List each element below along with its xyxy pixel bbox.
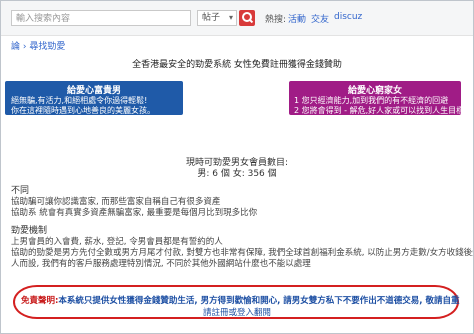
disclaimer-body: 本系統只提供女性獲得金錢贊助生活, 男方得到歡愉和開心, 請男女雙方私下不要作出… bbox=[58, 296, 460, 306]
poor-female-panel: 給愛心窮家女 1 您只經濟能力,加到我們的有不經濟的回避 2 您將會得到 - 解… bbox=[289, 81, 465, 115]
section-difference-line-2: 協助系 統會有真實多資產無騙富家, 最重要是每個月比到現多比你 bbox=[11, 208, 258, 218]
section-mechanism-line-3: 人而設, 我們有的客戶服務處理特別情況, 不同於其他外國網站什麼也不能以處理 bbox=[11, 259, 311, 269]
disclaimer-lead: 免責聲明: bbox=[21, 296, 59, 306]
hot-link-discuz[interactable]: discuz bbox=[334, 12, 362, 22]
hot-search-label: 熱搜: bbox=[265, 15, 287, 25]
rich-male-panel-line-2: 你在這裡隨時遇到心地善良的美麗女孩。 bbox=[11, 106, 155, 115]
breadcrumb[interactable]: 論 › 尋找勁愛 bbox=[11, 39, 65, 52]
member-count-values: 男: 6 個 女: 356 個 bbox=[197, 169, 277, 179]
search-input[interactable]: 輸入搜索內容 bbox=[11, 10, 191, 26]
rich-male-panel: 給愛心富貴男 絕無騙,有活力,和絕相處令你過得輕鬆! 你在這裡隨時遇到心地善良的… bbox=[5, 81, 183, 115]
poor-female-panel-line-2: 2 您將會得到 - 解危,好人家或可以找到人生目標 bbox=[294, 106, 465, 115]
chevron-down-icon: ▾ bbox=[228, 13, 233, 22]
hot-link-friends[interactable]: 交友 bbox=[311, 12, 329, 25]
page-frame: 輸入搜索內容 帖子 ▾ 熱搜: 活動 交友 discuz 論 › 尋找勁愛 全香港… bbox=[0, 0, 474, 334]
login-prompt-link[interactable]: 請註冊或登入翻閱 bbox=[1, 306, 473, 318]
hot-link-activity[interactable]: 活動 bbox=[288, 12, 306, 25]
disclaimer-text: 免責聲明:本系統只提供女性獲得金錢贊助生活, 男方得到歡愉和開心, 請男女雙方私… bbox=[21, 294, 459, 306]
search-scope-label: 帖子 bbox=[202, 13, 221, 23]
search-scope-select[interactable]: 帖子 ▾ bbox=[197, 10, 237, 26]
search-bar: 輸入搜索內容 帖子 ▾ 熱搜: 活動 交友 discuz bbox=[1, 1, 473, 36]
page-subtitle: 全香港最安全的勁愛系統 女性免費註冊獲得金錢贊助 bbox=[132, 60, 342, 70]
search-button[interactable] bbox=[239, 10, 255, 26]
